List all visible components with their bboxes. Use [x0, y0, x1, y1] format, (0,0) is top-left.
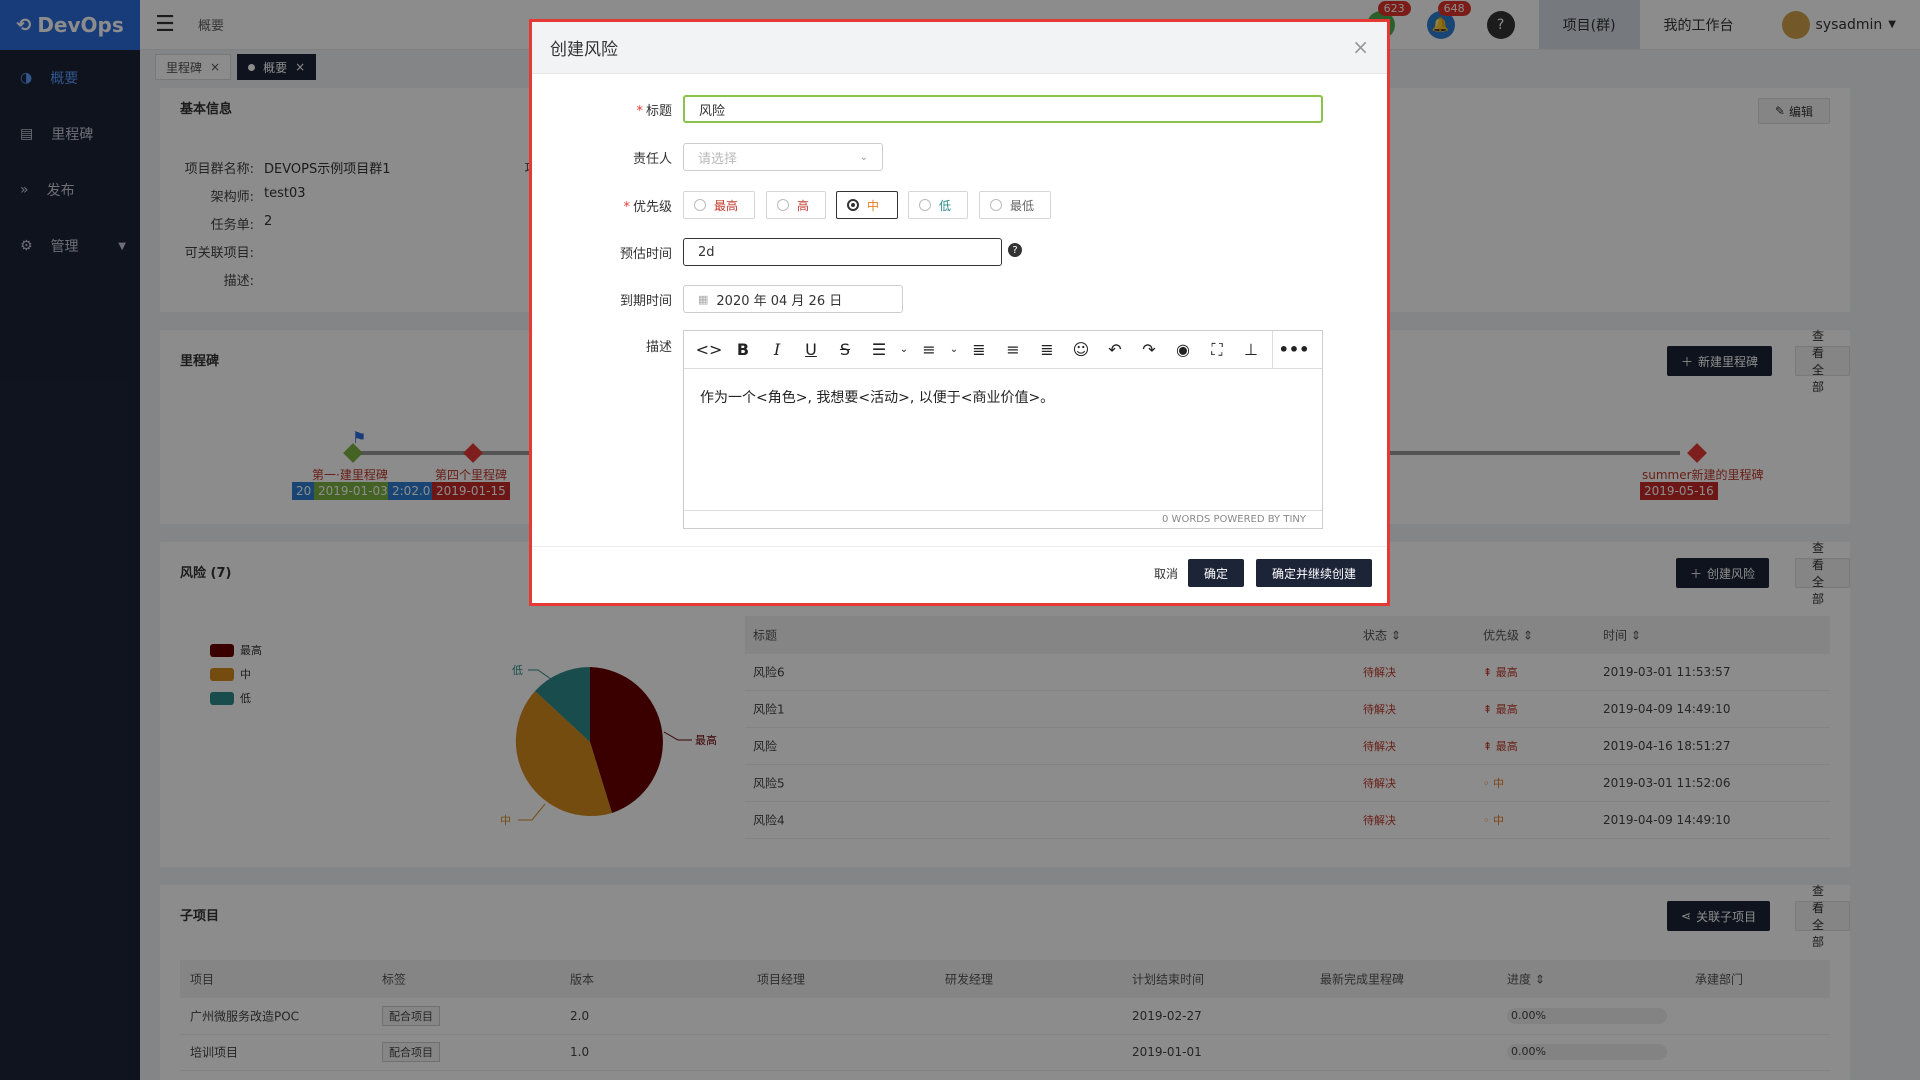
priority-radio-group: 最高 高 中 低 最低	[683, 191, 1083, 219]
align-left-icon[interactable]: ≣	[962, 335, 996, 365]
due-date-picker[interactable]: ▦ 2020 年 04 月 26 日	[683, 285, 903, 313]
description-label: 描述	[645, 340, 672, 355]
radio-icon	[694, 199, 706, 211]
toolbar-divider	[1272, 330, 1273, 369]
title-label: * 标题	[636, 104, 672, 119]
help-icon[interactable]: ?	[1008, 243, 1022, 257]
priority-option-highest[interactable]: 最高	[683, 191, 755, 219]
priority-option-medium[interactable]: 中	[836, 191, 898, 219]
bullet-list-icon[interactable]: ☰	[862, 335, 896, 365]
underline-icon[interactable]: U	[794, 335, 828, 365]
align-right-icon[interactable]: ≣	[1030, 335, 1064, 365]
editor-status-bar: 0 WORDS POWERED BY TINY	[684, 510, 1322, 528]
bold-icon[interactable]: B	[726, 335, 760, 365]
assignee-label: 责任人	[632, 152, 672, 167]
redo-icon[interactable]: ↷	[1132, 335, 1166, 365]
priority-option-high[interactable]: 高	[766, 191, 826, 219]
ok-button[interactable]: 确定	[1188, 559, 1244, 587]
numbered-list-icon[interactable]: ≡	[912, 335, 946, 365]
assignee-select[interactable]: 请选择 ⌄	[683, 143, 883, 171]
ok-continue-button[interactable]: 确定并继续创建	[1256, 559, 1372, 587]
priority-label: * 优先级	[623, 200, 672, 215]
rich-text-editor: <> B I U S ☰ ⌄ ≡ ⌄ ≣ ≡ ≣ ☺ ↶ ↷ ◉ ⛶ ⊥ •••…	[683, 330, 1323, 529]
more-icon[interactable]: •••	[1277, 335, 1311, 365]
stamp-icon[interactable]: ⊥	[1234, 335, 1268, 365]
priority-option-low[interactable]: 低	[908, 191, 968, 219]
modal-title: 创建风险	[532, 22, 1387, 74]
editor-content[interactable]: 作为一个<角色>, 我想要<活动>, 以便于<商业价值>。	[684, 369, 1322, 510]
strikethrough-icon[interactable]: S	[828, 335, 862, 365]
estimate-label: 预估时间	[619, 247, 672, 262]
estimate-input[interactable]: 2d	[683, 238, 1002, 266]
preview-icon[interactable]: ◉	[1166, 335, 1200, 365]
create-risk-modal: 创建风险 × *标题 风险 责任人 请选择 ⌄ *优先级 最高 高 中 低	[529, 19, 1390, 606]
radio-icon	[919, 199, 931, 211]
close-icon[interactable]: ×	[1352, 35, 1369, 59]
due-label: 到期时间	[619, 294, 672, 309]
chevron-down-icon: ⌄	[859, 151, 868, 163]
calendar-icon: ▦	[698, 292, 709, 306]
modal-footer: 取消 确定 确定并继续创建	[532, 546, 1387, 606]
emoji-icon[interactable]: ☺	[1064, 335, 1098, 365]
align-center-icon[interactable]: ≡	[996, 335, 1030, 365]
radio-icon	[990, 199, 1002, 211]
source-code-icon[interactable]: <>	[692, 335, 726, 365]
fullscreen-icon[interactable]: ⛶	[1200, 335, 1234, 365]
undo-icon[interactable]: ↶	[1098, 335, 1132, 365]
radio-icon	[777, 199, 789, 211]
cancel-button[interactable]: 取消	[1144, 559, 1188, 587]
radio-checked-icon	[847, 199, 859, 211]
italic-icon[interactable]: I	[760, 335, 794, 365]
priority-option-lowest[interactable]: 最低	[979, 191, 1051, 219]
title-input[interactable]: 风险	[683, 95, 1323, 123]
editor-toolbar: <> B I U S ☰ ⌄ ≡ ⌄ ≣ ≡ ≣ ☺ ↶ ↷ ◉ ⛶ ⊥ •••	[684, 330, 1322, 369]
chevron-down-icon[interactable]: ⌄	[896, 335, 912, 365]
chevron-down-icon[interactable]: ⌄	[946, 335, 962, 365]
